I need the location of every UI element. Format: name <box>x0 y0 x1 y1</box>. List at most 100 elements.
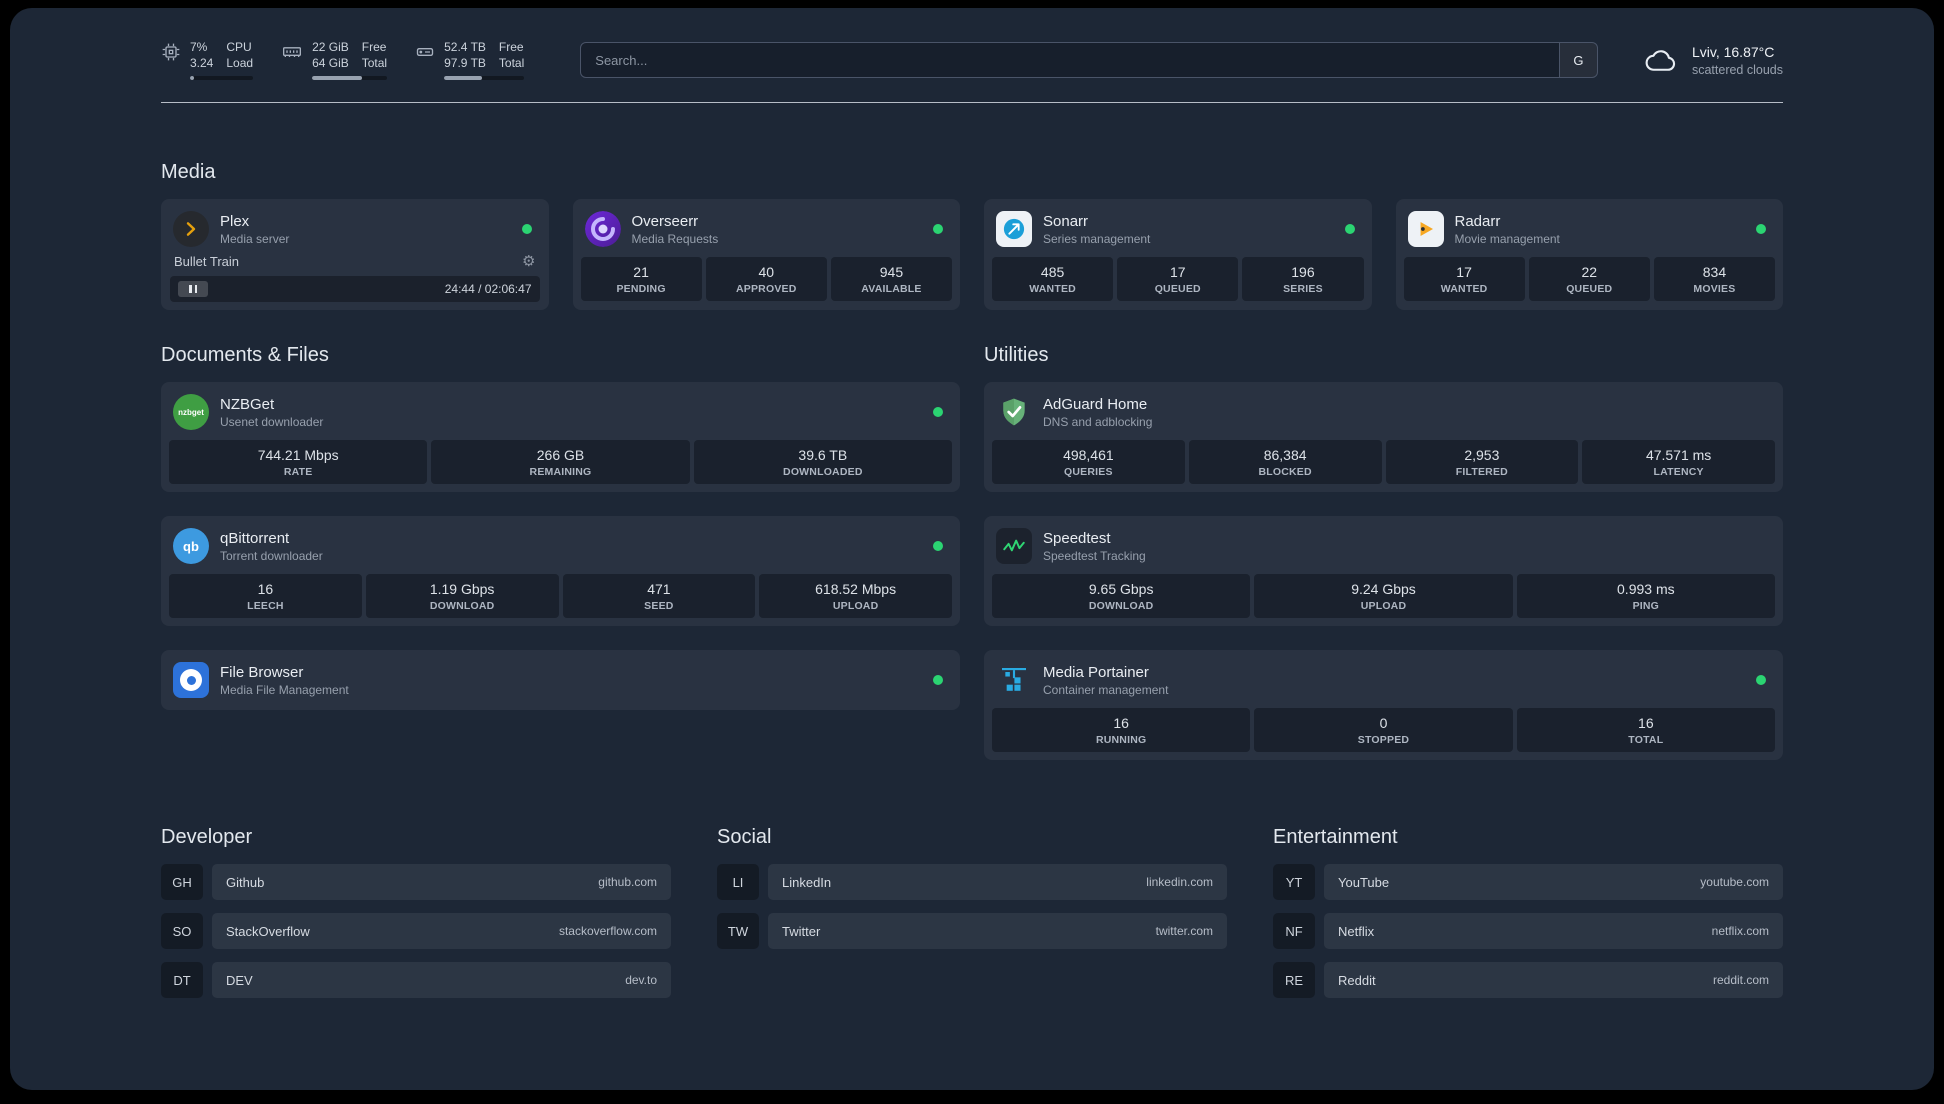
weather-condition: scattered clouds <box>1691 62 1783 77</box>
bookmark-abbr: NF <box>1273 913 1315 949</box>
memory-total-label: Total <box>361 56 388 70</box>
service-subtitle: Media server <box>220 231 290 246</box>
stat-wanted: 485 WANTED <box>992 257 1114 301</box>
settings-gear-icon[interactable]: ⚙ <box>522 254 535 269</box>
bookmark-name: Twitter <box>782 923 821 939</box>
bookmark-domain: twitter.com <box>1155 924 1213 938</box>
service-card-nzbget[interactable]: nzbget NZBGet Usenet downloader 744.21 M… <box>161 382 960 492</box>
service-card-filebrowser[interactable]: File Browser Media File Management <box>161 650 960 710</box>
stat-available: 945 AVAILABLE <box>830 257 953 301</box>
bookmark-twitter[interactable]: TW Twitter twitter.com <box>717 913 1227 949</box>
bookmark-group-developer: Developer GH Github github.com SO StackO… <box>161 826 671 1011</box>
service-card-plex[interactable]: Plex Media server Bullet Train ⚙ 24:44 /… <box>161 199 549 310</box>
section-heading-entertainment: Entertainment <box>1273 826 1398 848</box>
overseerr-icon <box>584 211 621 247</box>
bookmark-domain: stackoverflow.com <box>558 924 657 938</box>
bookmark-domain: github.com <box>598 875 657 889</box>
stat-leech: 16 LEECH <box>169 574 362 618</box>
stat-downloaded: 39.6 TB DOWNLOADED <box>693 440 952 484</box>
status-dot <box>933 675 943 685</box>
stat-download: 1.19 Gbps DOWNLOAD <box>365 574 559 618</box>
service-subtitle: Torrent downloader <box>220 548 323 563</box>
bookmark-name: YouTube <box>1338 874 1390 890</box>
resource-cpu: 7% 3.24 CPU Load <box>161 40 254 80</box>
bookmark-linkedin[interactable]: LI LinkedIn linkedin.com <box>717 864 1227 900</box>
service-subtitle: Series management <box>1043 231 1151 246</box>
stat-queued: 22 QUEUED <box>1528 257 1650 301</box>
stat-download: 9.65 Gbps DOWNLOAD <box>992 574 1251 618</box>
status-dot <box>1344 224 1355 234</box>
bookmark-github[interactable]: GH Github github.com <box>161 864 671 900</box>
bookmark-abbr: DT <box>161 962 203 998</box>
bookmark-name: Netflix <box>1338 923 1375 939</box>
stat-approved: 40 APPROVED <box>705 257 827 301</box>
status-dot <box>933 541 943 551</box>
service-title: Radarr <box>1454 212 1501 230</box>
bookmark-abbr: RE <box>1273 962 1315 998</box>
service-subtitle: Usenet downloader <box>220 414 324 429</box>
memory-icon <box>281 42 303 62</box>
memory-total-value: 64 GiB <box>312 56 349 70</box>
bookmark-stackoverflow[interactable]: SO StackOverflow stackoverflow.com <box>161 913 671 949</box>
bookmark-reddit[interactable]: RE Reddit reddit.com <box>1273 962 1783 998</box>
stat-movies: 834 MOVIES <box>1653 257 1776 301</box>
service-card-overseerr[interactable]: Overseerr Media Requests 21 PENDING 40 A… <box>572 199 960 310</box>
resource-disk: 52.4 TB 97.9 TB Free Total <box>415 40 525 80</box>
service-card-radarr[interactable]: Radarr Movie management 17 WANTED 22 QUE… <box>1395 199 1783 310</box>
portainer-icon <box>996 662 1032 698</box>
bookmark-group-entertainment: Entertainment YT YouTube youtube.com NF … <box>1273 826 1783 1011</box>
stat-series: 196 SERIES <box>1242 257 1364 301</box>
sonarr-icon <box>996 211 1032 247</box>
disk-total-label: Total <box>498 56 525 70</box>
speedtest-icon <box>996 528 1032 564</box>
service-title: Sonarr <box>1043 212 1089 230</box>
bookmark-domain: netflix.com <box>1711 924 1769 938</box>
media-player-bar[interactable]: 24:44 / 02:06:47 <box>170 276 540 302</box>
search-input[interactable] <box>581 43 1559 77</box>
cpu-load-value: 3.24 <box>190 56 214 70</box>
cpu-load-label: Load <box>226 56 254 70</box>
search-provider-button[interactable]: G <box>1558 43 1597 77</box>
service-subtitle: Media Requests <box>631 231 719 246</box>
bookmark-name: Reddit <box>1338 972 1376 988</box>
disk-usage-bar <box>444 76 525 80</box>
bookmark-group-social: Social LI LinkedIn linkedin.com TW Twitt… <box>717 826 1227 1011</box>
bookmark-domain: linkedin.com <box>1146 875 1213 889</box>
service-title: Overseerr <box>631 212 699 230</box>
status-dot <box>933 407 943 417</box>
cloud-icon <box>1644 46 1680 74</box>
service-card-speedtest[interactable]: Speedtest Speedtest Tracking 9.65 Gbps D… <box>984 516 1783 626</box>
nzbget-icon: nzbget <box>173 394 209 430</box>
status-dot <box>521 224 532 234</box>
top-bar: 7% 3.24 CPU Load 22 GiB 64 GiB Free Tota… <box>161 40 1783 80</box>
stat-ping: 0.993 ms PING <box>1516 574 1775 618</box>
weather-widget: Lviv, 16.87°C scattered clouds <box>1644 44 1783 77</box>
memory-free-label: Free <box>361 40 387 54</box>
service-card-sonarr[interactable]: Sonarr Series management 485 WANTED 17 Q… <box>984 199 1372 310</box>
service-subtitle: DNS and adblocking <box>1043 414 1153 429</box>
stat-running: 16 RUNNING <box>992 708 1251 752</box>
service-card-portainer[interactable]: Media Portainer Container management 16 … <box>984 650 1783 760</box>
pause-button[interactable] <box>178 281 208 297</box>
bookmark-abbr: TW <box>717 913 759 949</box>
memory-usage-bar <box>312 76 388 80</box>
disk-free-label: Free <box>498 40 524 54</box>
weather-location: Lviv, 16.87°C <box>1691 43 1775 60</box>
bookmark-netflix[interactable]: NF Netflix netflix.com <box>1273 913 1783 949</box>
bookmark-name: StackOverflow <box>226 923 310 939</box>
status-dot <box>1756 224 1766 234</box>
service-title: File Browser <box>220 663 304 681</box>
section-heading-documents: Documents & Files <box>161 344 329 366</box>
bookmark-domain: youtube.com <box>1700 875 1769 889</box>
stat-seed: 471 SEED <box>562 574 756 618</box>
service-card-adguard[interactable]: AdGuard Home DNS and adblocking 498,461 … <box>984 382 1783 492</box>
bookmark-youtube[interactable]: YT YouTube youtube.com <box>1273 864 1783 900</box>
bookmark-dev[interactable]: DT DEV dev.to <box>161 962 671 998</box>
service-title: NZBGet <box>220 395 275 413</box>
playback-time: 24:44 / 02:06:47 <box>444 282 532 296</box>
service-card-qbittorrent[interactable]: qb qBittorrent Torrent downloader 16 LEE… <box>161 516 960 626</box>
service-subtitle: Container management <box>1043 682 1169 697</box>
stat-remaining: 266 GB REMAINING <box>431 440 690 484</box>
bookmark-abbr: SO <box>161 913 203 949</box>
section-heading-utilities: Utilities <box>984 344 1049 366</box>
